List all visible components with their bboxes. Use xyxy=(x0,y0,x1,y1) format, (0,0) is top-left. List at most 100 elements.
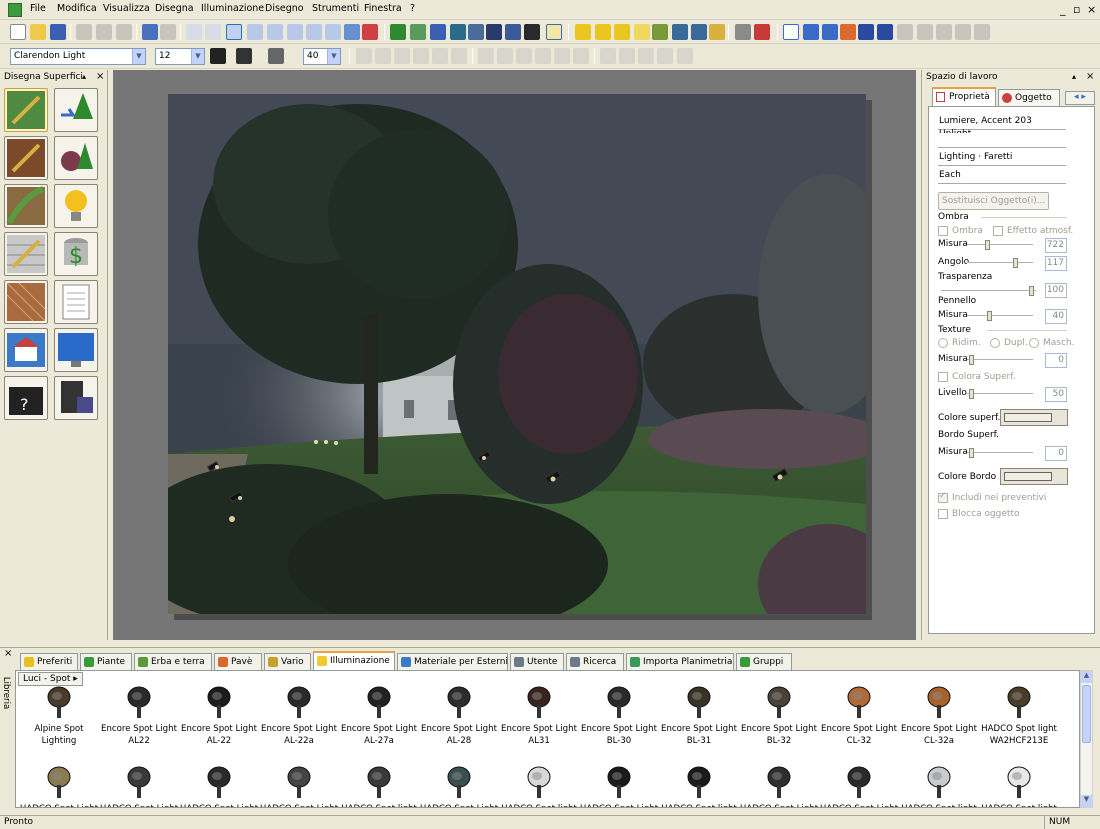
photo-import-button[interactable] xyxy=(4,328,48,372)
menu-illuminazione[interactable]: Illuminazione xyxy=(201,3,264,14)
level-value[interactable]: 50 xyxy=(1045,387,1067,402)
library-item[interactable]: Encore Spot Light AL22 xyxy=(99,679,179,749)
menu-visualizza[interactable]: Visualizza xyxy=(103,3,150,14)
surface-color-picker[interactable] xyxy=(1000,409,1068,426)
shadow-checkbox[interactable] xyxy=(938,226,948,236)
pointer-icon[interactable] xyxy=(226,24,242,40)
transparency-value[interactable]: 100 xyxy=(1045,283,1067,298)
library-item[interactable]: HADCO Spot Light xyxy=(179,759,259,807)
library-item[interactable]: HADCO Spot Light xyxy=(579,759,659,807)
border-color-picker[interactable] xyxy=(1000,468,1068,485)
texture-mask-radio[interactable] xyxy=(1029,338,1039,348)
send-back-icon[interactable] xyxy=(413,48,429,64)
group-icon[interactable] xyxy=(356,48,372,64)
spray-icon[interactable] xyxy=(505,24,521,40)
library-item[interactable]: Encore Spot Light BL-31 xyxy=(659,679,739,749)
triangle-icon[interactable] xyxy=(936,24,952,40)
library-tab-3[interactable]: #d86a30Pavè xyxy=(214,653,262,670)
pin-icon[interactable]: ▴ xyxy=(82,72,86,81)
library-item[interactable]: HADCO Spot light xyxy=(899,759,979,807)
menu-help[interactable]: ? xyxy=(410,3,415,14)
library-item[interactable]: Encore Spot Light BL-32 xyxy=(739,679,819,749)
transform-icon[interactable] xyxy=(468,24,484,40)
library-tab-2[interactable]: #5a9a3aErba e terra xyxy=(134,653,212,670)
pan-icon[interactable] xyxy=(325,24,341,40)
same-width-icon[interactable] xyxy=(638,48,654,64)
menu-strumenti[interactable]: Strumenti xyxy=(312,3,359,14)
brush-size-slider[interactable] xyxy=(967,311,1033,321)
menu-file[interactable]: File xyxy=(30,3,46,14)
menu-finestra[interactable]: Finestra xyxy=(364,3,402,14)
align-top-icon[interactable] xyxy=(535,48,551,64)
library-item[interactable]: Encore Spot Light CL-32 xyxy=(819,679,899,749)
refresh-icon[interactable] xyxy=(344,24,360,40)
minimize-button[interactable]: _ xyxy=(1060,3,1066,16)
chevron-down-icon[interactable]: ▼ xyxy=(191,49,204,64)
library-item[interactable]: HADCO Spot light WA2HCF213E xyxy=(979,679,1059,749)
draw-curve-icon[interactable] xyxy=(877,24,893,40)
font-select[interactable]: Clarendon Light ▼ xyxy=(10,48,146,65)
chevron-down-icon[interactable]: ▼ xyxy=(132,49,145,64)
shadow-size-value[interactable]: 722 xyxy=(1045,238,1067,253)
app-icon[interactable] xyxy=(8,3,22,17)
tab-object[interactable]: Oggetto xyxy=(998,89,1060,106)
node-delete-icon[interactable] xyxy=(614,24,630,40)
library-item[interactable]: HADCO Spot light xyxy=(339,759,419,807)
library-item[interactable]: Encore Spot Light AL-22a xyxy=(259,679,339,749)
node-icon[interactable] xyxy=(634,24,650,40)
texture-resize-radio[interactable] xyxy=(938,338,948,348)
draw-paving-button[interactable] xyxy=(4,280,48,324)
node-edit-icon[interactable] xyxy=(575,24,591,40)
pdf-icon[interactable] xyxy=(362,24,378,40)
transparency-slider[interactable] xyxy=(941,286,1036,296)
align-bottom-icon[interactable] xyxy=(573,48,589,64)
library-tab-1[interactable]: #3a9a3aPiante xyxy=(80,653,132,670)
replace-object-button[interactable]: Sostituisci Oggetto(i)... xyxy=(938,192,1050,210)
color-surface-checkbox[interactable] xyxy=(938,372,948,382)
restore-button[interactable]: ▫ xyxy=(1073,3,1080,16)
triangle2-icon[interactable] xyxy=(955,24,971,40)
garden-photo[interactable] xyxy=(168,94,866,614)
library-item[interactable]: HADCO Spot light xyxy=(499,759,579,807)
line-color-icon[interactable] xyxy=(236,48,252,64)
atmosphere-checkbox[interactable] xyxy=(993,226,1003,236)
report-button[interactable] xyxy=(54,280,98,324)
add-plant-button[interactable] xyxy=(54,88,98,132)
library-item[interactable]: HADCO Spot Light xyxy=(19,759,99,807)
smooth-icon[interactable] xyxy=(672,24,688,40)
distribute-v-icon[interactable] xyxy=(619,48,635,64)
shadow-size-slider[interactable] xyxy=(967,240,1033,250)
shadow-angle-slider[interactable] xyxy=(967,258,1033,268)
library-item[interactable]: HADCO Spot light xyxy=(659,759,739,807)
tool-icon[interactable] xyxy=(735,24,751,40)
light-bulb-icon[interactable] xyxy=(546,24,562,40)
library-tab-0[interactable]: #e8c020Preferiti xyxy=(20,653,78,670)
include-estimates-checkbox[interactable]: ✓ xyxy=(938,491,948,503)
video-button[interactable]: ? xyxy=(4,376,48,420)
align-middle-icon[interactable] xyxy=(554,48,570,64)
zoom-window-icon[interactable] xyxy=(306,24,322,40)
buildings-icon[interactable] xyxy=(430,24,446,40)
select-nodes-icon[interactable] xyxy=(822,24,838,40)
close-icon[interactable]: × xyxy=(4,648,12,659)
library-tab-4[interactable]: #c8a030Vario xyxy=(264,653,311,670)
arc-icon[interactable] xyxy=(917,24,933,40)
close-icon[interactable]: × xyxy=(1086,71,1094,82)
save-icon[interactable] xyxy=(50,24,66,40)
menu-modifica[interactable]: Modifica xyxy=(57,3,97,14)
menu-disegno[interactable]: Disegno xyxy=(265,3,304,14)
chevron-down-icon[interactable]: ▼ xyxy=(327,49,340,64)
tab-properties[interactable]: Proprietà xyxy=(932,87,996,107)
new-icon[interactable] xyxy=(10,24,26,40)
library-item[interactable]: HADCO Spot Light xyxy=(419,759,499,807)
pen-icon[interactable] xyxy=(652,24,668,40)
library-item[interactable]: HADCO Spot Light xyxy=(739,759,819,807)
library-tab-10[interactable]: #3a9a3aGruppi xyxy=(736,653,792,670)
draw-wall-button[interactable] xyxy=(4,232,48,276)
border-size-value[interactable]: 0 xyxy=(1045,446,1067,461)
fill-color-icon[interactable] xyxy=(268,48,284,64)
library-item[interactable]: Encore Spot Light AL-22 xyxy=(179,679,259,749)
curve-icon[interactable] xyxy=(486,24,502,40)
object-icon[interactable] xyxy=(450,24,466,40)
zoom-select[interactable]: 40 ▼ xyxy=(303,48,341,65)
